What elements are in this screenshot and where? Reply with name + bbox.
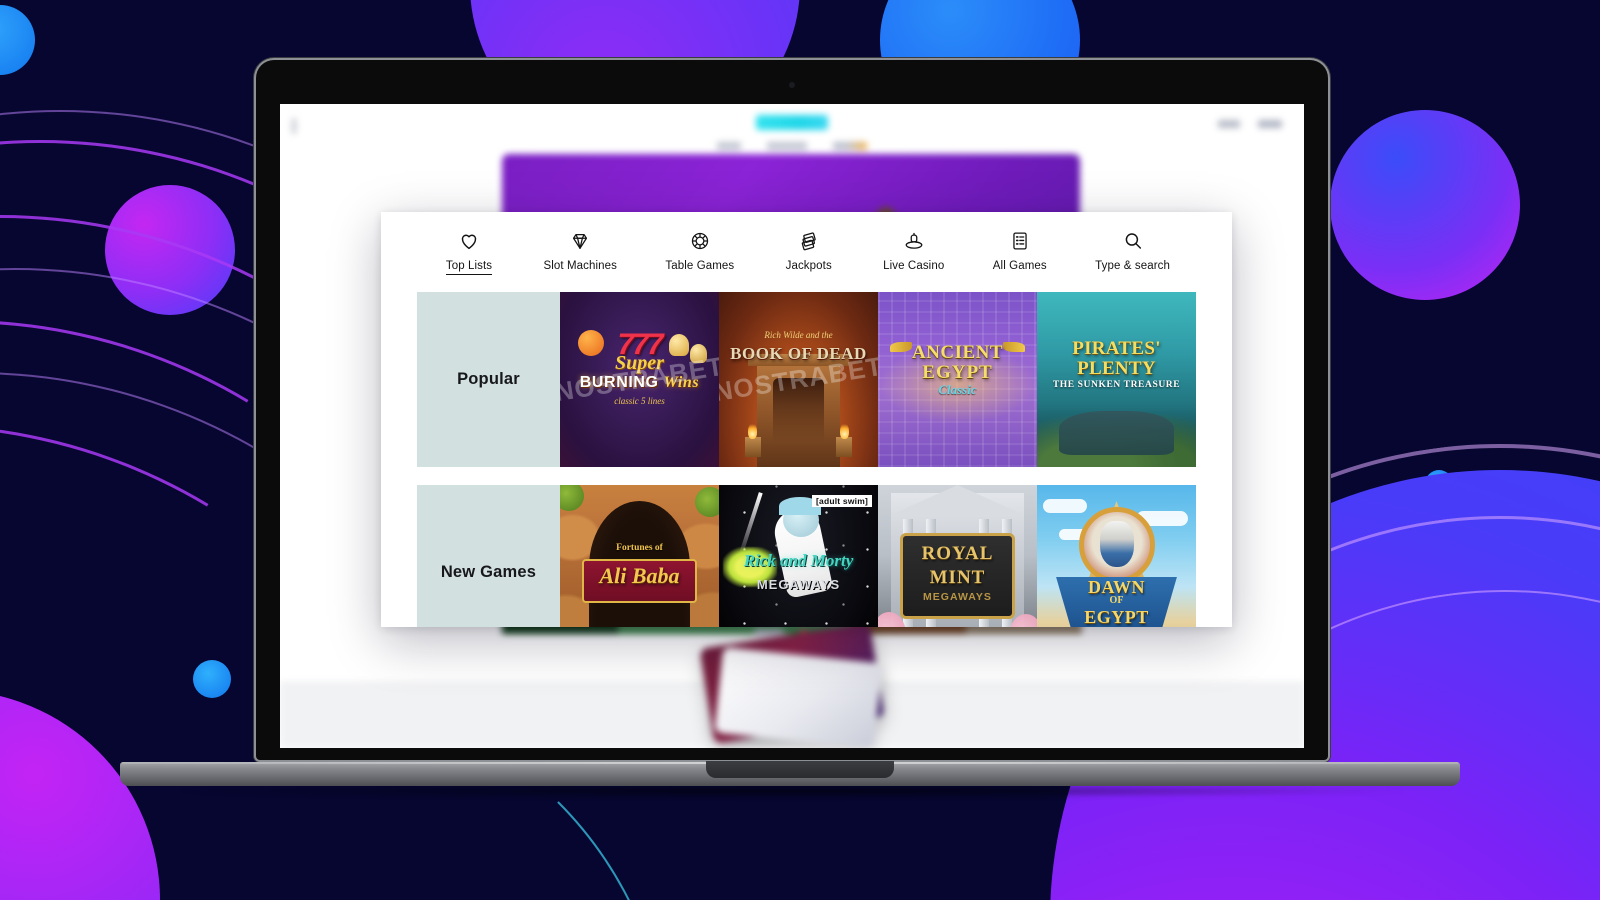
- category-live-casino[interactable]: Live Casino: [883, 230, 944, 272]
- laptop-screen: Top Lists Slot Machines Table Games Jack…: [280, 104, 1304, 748]
- game-title-line4: classic 5 lines: [614, 396, 665, 406]
- tomb-arch-graphic: [773, 378, 824, 441]
- category-table-games[interactable]: Table Games: [665, 230, 734, 272]
- laptop-mockup: Top Lists Slot Machines Table Games Jack…: [0, 0, 1600, 900]
- category-label: Table Games: [665, 260, 735, 272]
- game-row-new-games: New Games Fortunes of Ali Baba [adult sw…: [417, 485, 1196, 627]
- casino-games-panel: Top Lists Slot Machines Table Games Jack…: [381, 212, 1232, 627]
- category-all-games[interactable]: All Games: [993, 230, 1047, 272]
- game-tile-fortunes-of-ali-baba[interactable]: Fortunes of Ali Baba: [560, 485, 719, 627]
- list-icon: [1013, 232, 1027, 250]
- game-title-line3: Classic: [938, 382, 977, 397]
- game-tile-super-burning-wins[interactable]: 777 Super BURNING Wins classic 5 lines N…: [560, 292, 719, 467]
- game-title-line3: BURNING Wins: [560, 374, 719, 392]
- falcon-icon: [1099, 521, 1134, 567]
- game-title-line2: Super: [615, 352, 664, 374]
- category-label: Live Casino: [883, 260, 945, 272]
- search-icon: [1125, 233, 1141, 249]
- game-title-line1: ROYAL: [921, 543, 994, 564]
- adult-swim-badge: [adult swim]: [812, 495, 872, 507]
- category-label: Jackpots: [785, 260, 832, 272]
- pedestal-left: [745, 437, 761, 457]
- category-nav[interactable]: Top Lists Slot Machines Table Games Jack…: [381, 212, 1232, 292]
- flame-right-icon: [840, 423, 849, 439]
- game-title-small: Rich Wilde and the: [764, 330, 833, 340]
- game-tile-book-of-dead[interactable]: Rich Wilde and the BOOK OF DEAD NOSTRABE…: [719, 292, 878, 467]
- game-tile-pirates-plenty[interactable]: PIRATES' PLENTY THE SUNKEN TREASURE: [1037, 292, 1196, 467]
- category-label: Slot Machines: [543, 260, 617, 272]
- laptop-base-notch: [706, 761, 894, 778]
- laptop-base-shadow: [180, 784, 1405, 798]
- cloud-1: [1043, 499, 1087, 513]
- heart-icon: [461, 234, 477, 250]
- game-row-popular: Popular 777 Super BURNING Wins classic 5…: [417, 292, 1196, 467]
- game-rows: Popular 777 Super BURNING Wins classic 5…: [381, 292, 1232, 627]
- game-title-line3-a: BURNING: [579, 374, 659, 391]
- game-tile-royal-mint-megaways[interactable]: ROYAL MINT MEGAWAYS: [878, 485, 1037, 627]
- row-label-new-games: New Games: [417, 485, 560, 627]
- roulette-icon: [905, 232, 923, 249]
- game-title-small: Fortunes of: [616, 543, 663, 553]
- game-title-main: BOOK OF DEAD: [730, 344, 867, 363]
- row-tiles: Fortunes of Ali Baba [adult swim] Rick a…: [560, 485, 1196, 627]
- game-tile-ancient-egypt-classic[interactable]: ANCIENT EGYPT Classic: [878, 292, 1037, 467]
- game-title-line3: MEGAWAYS: [923, 591, 992, 603]
- page-root: Top Lists Slot Machines Table Games Jack…: [0, 0, 1600, 900]
- category-type-and-search[interactable]: Type & search: [1095, 230, 1170, 272]
- game-title-line1: Rick and Morty: [743, 551, 854, 570]
- cards-stack-icon: [801, 232, 816, 251]
- webcam-icon: [789, 82, 795, 88]
- category-label: All Games: [992, 260, 1047, 272]
- game-title-line2: EGYPT: [922, 362, 993, 383]
- poker-chip-icon: [691, 232, 708, 250]
- game-title-line3: EGYPT: [1084, 607, 1149, 627]
- row-label-popular: Popular: [417, 292, 560, 467]
- category-label: Top Lists: [445, 260, 493, 275]
- category-top-lists[interactable]: Top Lists: [443, 230, 495, 275]
- foliage-right-icon: [695, 487, 719, 517]
- game-title-line3: THE SUNKEN TREASURE: [1052, 380, 1181, 390]
- game-title-main: Ali Baba: [599, 563, 680, 588]
- category-slot-machines[interactable]: Slot Machines: [543, 230, 617, 272]
- game-title-line1: ANCIENT: [911, 342, 1004, 363]
- game-tile-rick-and-morty-megaways[interactable]: [adult swim] Rick and Morty MEGAWAYS: [719, 485, 878, 627]
- game-title-line2: MEGAWAYS: [756, 577, 841, 592]
- game-title-line2: MINT: [929, 567, 986, 588]
- category-jackpots[interactable]: Jackpots: [783, 230, 835, 272]
- flame-left-icon: [748, 423, 757, 439]
- game-title-line2: PLENTY: [1077, 358, 1156, 379]
- category-label: Type & search: [1095, 260, 1170, 272]
- diamond-icon: [573, 233, 588, 249]
- game-title-line2: OF: [1109, 595, 1124, 606]
- pedestal-right: [836, 437, 852, 457]
- laptop-lid: Top Lists Slot Machines Table Games Jack…: [256, 60, 1328, 760]
- row-tiles: 777 Super BURNING Wins classic 5 lines N…: [560, 292, 1196, 467]
- shipwreck-graphic: [1059, 411, 1174, 455]
- game-title-line1: PIRATES': [1072, 338, 1161, 359]
- game-title-line3-b: Wins: [663, 374, 700, 391]
- overlay-host: Top Lists Slot Machines Table Games Jack…: [280, 104, 1304, 748]
- game-tile-dawn-of-egypt[interactable]: DAWN OF EGYPT: [1037, 485, 1196, 627]
